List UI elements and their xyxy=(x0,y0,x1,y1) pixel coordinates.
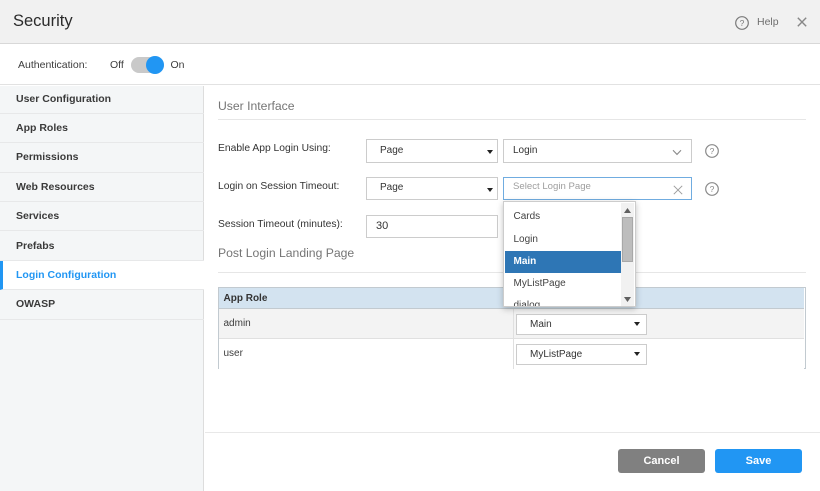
svg-text:?: ? xyxy=(709,146,714,156)
svg-text:?: ? xyxy=(709,184,714,194)
svg-text:?: ? xyxy=(740,18,745,28)
